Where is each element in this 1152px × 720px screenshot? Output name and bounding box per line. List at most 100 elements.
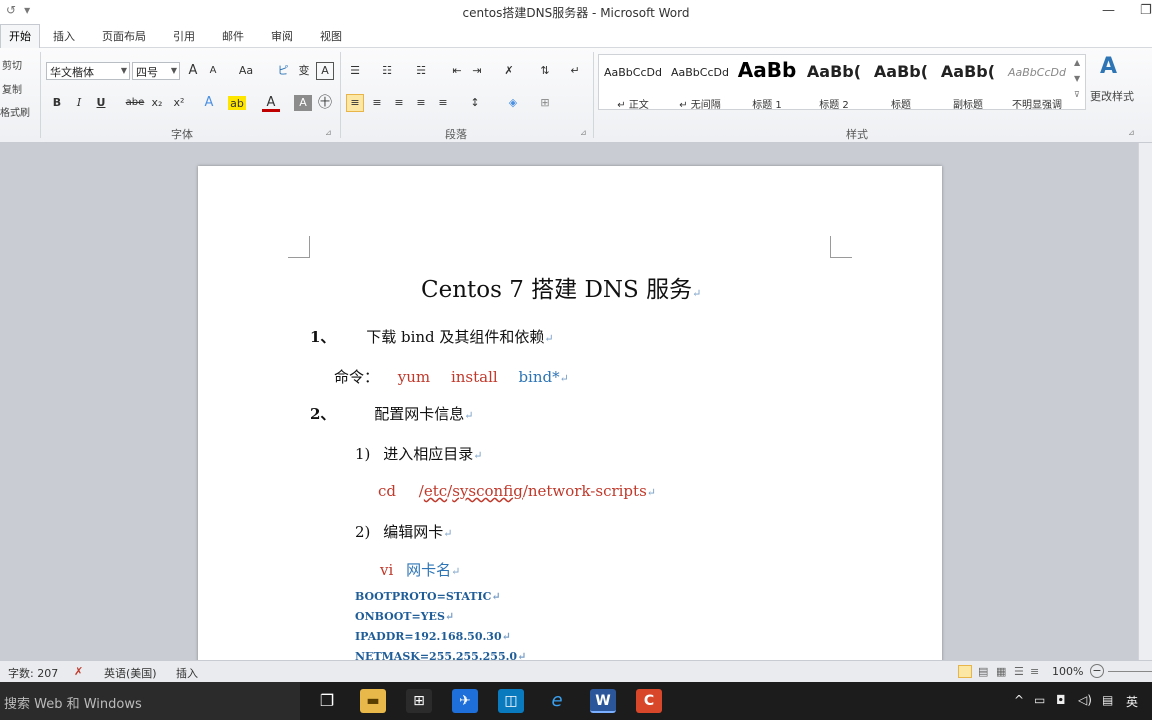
underline-button[interactable]: U [92, 94, 110, 112]
font-dialog-launcher-icon[interactable]: ⊿ [325, 128, 332, 137]
sub-step-1[interactable]: 1) 进入相应目录↵ [355, 443, 482, 464]
styles-dialog-launcher-icon[interactable]: ⊿ [1128, 128, 1135, 137]
enclose-char-icon[interactable]: ㊉ [316, 94, 334, 112]
highlight-icon[interactable]: ab [228, 96, 246, 110]
zoom-out-button[interactable]: − [1090, 664, 1104, 678]
tray-notification-icon[interactable]: ▤ [1102, 693, 1113, 707]
paragraph-dialog-launcher-icon[interactable]: ⊿ [580, 128, 587, 137]
center-button[interactable]: ≡ [368, 94, 386, 112]
minimize-button[interactable]: — [1102, 3, 1115, 18]
font-size-combo[interactable]: 四号 ▼ [132, 62, 180, 80]
tab-mailings[interactable]: 邮件 [222, 28, 244, 44]
decrease-indent-icon[interactable]: ⇤ [448, 62, 466, 80]
web-layout-view-icon[interactable]: ▦ [996, 665, 1006, 678]
style-subtle-emphasis[interactable]: AaBbCcDd 不明显强调 [1002, 56, 1072, 111]
tray-network-icon[interactable]: ◘ [1056, 693, 1066, 707]
tray-battery-icon[interactable]: ▭ [1034, 693, 1045, 707]
pinyin-guide-icon[interactable]: ピ [274, 62, 292, 80]
sort-icon[interactable]: ⇅ [536, 62, 554, 80]
style-title[interactable]: AaBb( 标题 [868, 56, 934, 111]
grow-font-icon[interactable]: A [184, 62, 202, 80]
insert-mode-indicator[interactable]: 插入 [176, 665, 198, 681]
shrink-font-icon[interactable]: A [204, 62, 222, 80]
bold-button[interactable]: B [48, 94, 66, 112]
internet-explorer-icon[interactable]: e [544, 689, 570, 713]
superscript-button[interactable]: x² [170, 94, 188, 112]
style-no-spacing[interactable]: AaBbCcDd ↵ 无间隔 [667, 56, 733, 111]
config-line[interactable]: BOOTPROTO=STATIC↵ [355, 590, 501, 603]
show-marks-icon[interactable]: ↵ [566, 62, 584, 80]
config-line[interactable]: NETMASK=255.255.255.0↵ [355, 650, 526, 660]
text-effect-icon[interactable]: A [200, 94, 218, 112]
styles-more-icon[interactable]: ⊽ [1074, 90, 1080, 99]
word-icon[interactable]: W [590, 689, 616, 713]
numbering-icon[interactable]: ☷ [378, 62, 396, 80]
line-spacing-icon[interactable]: ↕ [466, 94, 484, 112]
increase-indent-icon[interactable]: ⇥ [468, 62, 486, 80]
config-line[interactable]: ONBOOT=YES↵ [355, 610, 454, 623]
print-layout-view-icon[interactable] [958, 665, 972, 678]
style-normal[interactable]: AaBbCcDd ↵ 正文 [600, 56, 666, 111]
multilevel-list-icon[interactable]: ☵ [412, 62, 430, 80]
recorder-app-icon[interactable]: C [636, 689, 662, 713]
justify-button[interactable]: ≡ [412, 94, 430, 112]
change-styles-icon[interactable]: A [1100, 54, 1117, 79]
config-line[interactable]: IPADDR=192.168.50.30↵ [355, 630, 511, 643]
subscript-button[interactable]: x₂ [148, 94, 166, 112]
language-indicator[interactable]: 英语(美国) [104, 665, 157, 681]
word-count[interactable]: 字数: 207 [8, 665, 58, 681]
styles-scroll-down-icon[interactable]: ▼ [1074, 74, 1080, 83]
app-icon[interactable]: ◫ [498, 689, 524, 713]
tray-chevron-icon[interactable]: ^ [1014, 693, 1024, 707]
feather-app-icon[interactable]: ✈ [452, 689, 478, 713]
style-heading-1[interactable]: AaBb 标题 1 [734, 56, 800, 111]
document-workspace[interactable]: Centos 7 搭建 DNS 服务↵ 1、 下载 bind 及其组件和依赖↵ … [0, 143, 1152, 660]
sub-step-2[interactable]: 2) 编辑网卡↵ [355, 521, 452, 542]
tab-insert[interactable]: 插入 [53, 28, 75, 44]
chinese-layout-icon[interactable]: ✗ [500, 62, 518, 80]
vertical-scrollbar[interactable] [1138, 143, 1152, 660]
borders-icon[interactable]: ⊞ [536, 94, 554, 112]
task-view-icon[interactable]: ❐ [314, 689, 340, 713]
font-color-icon[interactable]: A [262, 94, 280, 112]
phonetic-icon[interactable]: 变 [295, 62, 313, 80]
step-1[interactable]: 1、 下载 bind 及其组件和依赖↵ [310, 326, 554, 347]
char-shading-icon[interactable]: A [294, 95, 312, 111]
format-painter-button[interactable]: 格式刷 [0, 104, 30, 119]
document-title[interactable]: Centos 7 搭建 DNS 服务↵ [421, 270, 701, 304]
document-page[interactable]: Centos 7 搭建 DNS 服务↵ 1、 下载 bind 及其组件和依赖↵ … [198, 166, 942, 660]
style-heading-2[interactable]: AaBb( 标题 2 [801, 56, 867, 111]
outline-view-icon[interactable]: ☰ [1014, 665, 1024, 678]
change-case-icon[interactable]: Aa [234, 62, 258, 80]
tab-review[interactable]: 审阅 [271, 28, 293, 44]
strikethrough-button[interactable]: abe [124, 94, 146, 112]
restore-button[interactable]: ❐ [1140, 3, 1152, 18]
cut-button[interactable]: 剪切 [2, 57, 22, 72]
draft-view-icon[interactable]: ≡ [1030, 665, 1039, 678]
style-subtitle[interactable]: AaBb( 副标题 [935, 56, 1001, 111]
cd-command[interactable]: cd /etc/sysconfig/network-scripts↵ [378, 482, 656, 500]
vi-command[interactable]: vi 网卡名↵ [380, 559, 460, 580]
tab-references[interactable]: 引用 [173, 28, 195, 44]
proofing-icon[interactable]: ✗ [74, 665, 83, 678]
shading-icon[interactable]: ◈ [504, 94, 522, 112]
file-explorer-icon[interactable]: ▬ [360, 689, 386, 713]
align-right-button[interactable]: ≡ [390, 94, 408, 112]
tab-page-layout[interactable]: 页面布局 [102, 28, 146, 44]
align-left-button[interactable]: ≡ [346, 94, 364, 112]
tray-volume-icon[interactable]: ◁) [1078, 693, 1092, 707]
full-screen-view-icon[interactable]: ▤ [978, 665, 988, 678]
taskbar-search-box[interactable]: 搜索 Web 和 Windows [0, 682, 300, 720]
command-1[interactable]: 命令： yum install bind*↵ [334, 366, 569, 387]
bullets-icon[interactable]: ☰ [346, 62, 364, 80]
step-2[interactable]: 2、 配置网卡信息↵ [310, 403, 473, 424]
copy-button[interactable]: 复制 [2, 81, 22, 96]
distributed-button[interactable]: ≡ [434, 94, 452, 112]
zoom-slider[interactable] [1108, 671, 1152, 672]
font-name-combo[interactable]: 华文楷体 ▼ [46, 62, 130, 80]
tab-home[interactable]: 开始 [0, 24, 40, 49]
input-language-indicator[interactable]: 英 [1126, 693, 1138, 710]
styles-scroll-up-icon[interactable]: ▲ [1074, 58, 1080, 67]
italic-button[interactable]: I [70, 94, 88, 112]
tab-view[interactable]: 视图 [320, 28, 342, 44]
